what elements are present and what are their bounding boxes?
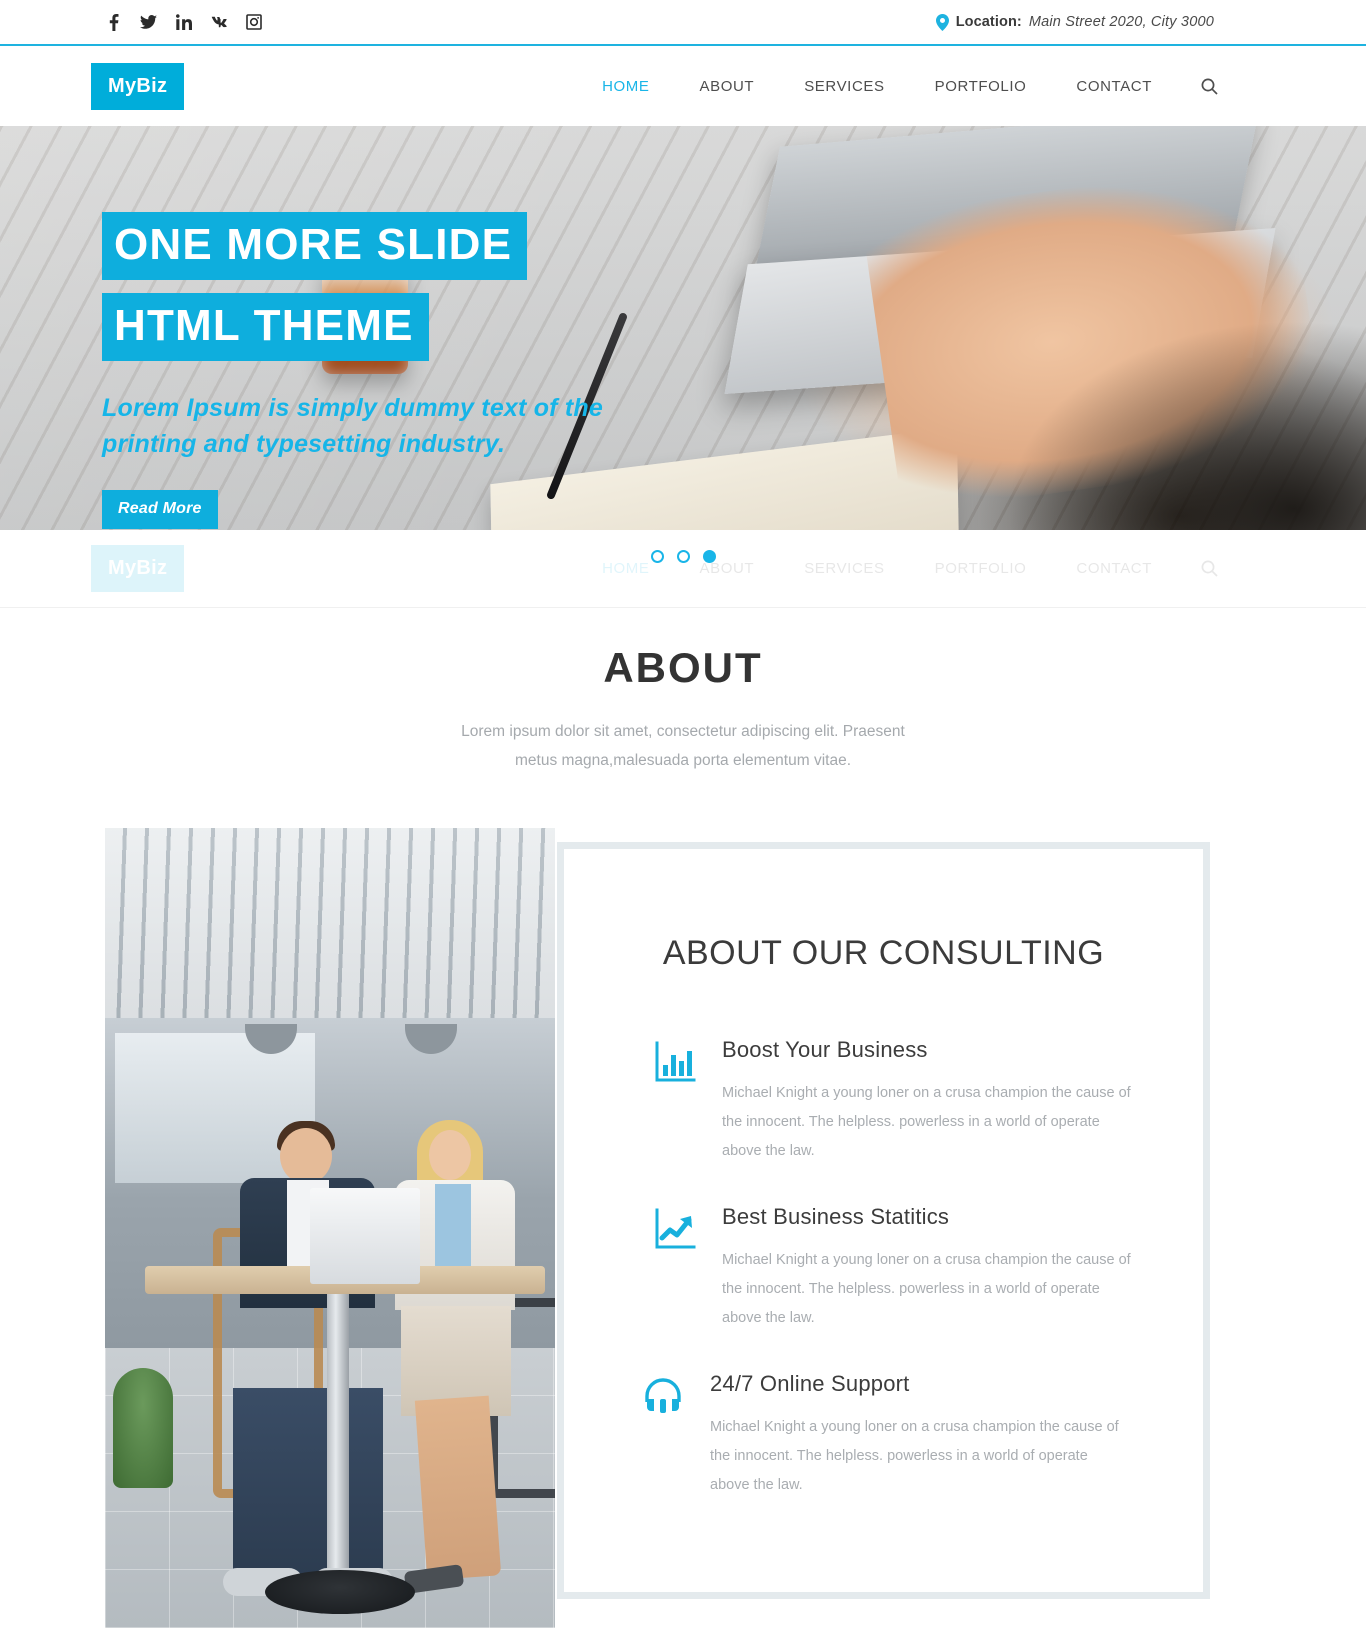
feature-text: Michael Knight a young loner on a crusa … [722,1085,1131,1160]
vignette [1006,320,1366,530]
location-label: Location: [955,14,1022,30]
feature-title: 24/7 Online Support [710,1371,910,1397]
feature-title: Best Business Statitics [722,1204,950,1230]
feature-body: 24/7 Online Support Michael Knight a you… [710,1371,1159,1500]
feature-item: Best Business Statitics Michael Knight a… [654,1204,1159,1333]
main-navigation: HOME ABOUT SERVICES PORTFOLIO CONTACT [577,78,1218,95]
twitter-icon[interactable] [140,14,157,31]
instagram-icon[interactable] [245,14,262,31]
hero-slider: ONE MORE SLIDE HTML THEME Lorem Ipsum is… [0,126,1366,530]
hero-title-line1: ONE MORE SLIDE [102,212,528,280]
nav-item-contact[interactable]: CONTACT [1051,78,1177,95]
about-card-heading: ABOUT OUR CONSULTING [662,934,1105,973]
about-subtitle: Lorem ipsum dolor sit amet, consectetur … [461,723,905,769]
feature-item: 24/7 Online Support Michael Knight a you… [642,1371,1159,1500]
photo-table-stem [327,1294,349,1585]
nav-item-about[interactable]: ABOUT [675,78,780,95]
slider-dot-3[interactable] [702,550,716,563]
site-logo[interactable]: MyBiz [91,62,185,110]
headphones-icon [642,1375,684,1417]
photo-man-legs [233,1388,383,1579]
photo-ceiling [105,828,555,1029]
slider-pagination [0,550,1366,563]
bar-chart-icon [654,1041,696,1083]
feature-title: Boost Your Business [722,1037,928,1063]
search-icon[interactable] [1177,78,1218,95]
photo-man-head [280,1128,332,1185]
map-pin-icon [935,13,949,31]
trending-up-chart-icon [654,1208,696,1250]
about-team-photo [105,828,555,1628]
hero-title-line2: HTML THEME [102,293,429,361]
facebook-icon[interactable] [105,13,122,31]
feature-body: Boost Your Business Michael Knight a you… [722,1037,1159,1166]
about-heading: ABOUT [603,644,763,691]
feature-item: Boost Your Business Michael Knight a you… [654,1037,1159,1166]
about-section: ABOUT Lorem ipsum dolor sit amet, consec… [0,608,1366,1628]
hero-subtitle: Lorem Ipsum is simply dummy text of the … [102,394,603,458]
top-bar: Location: Main Street 2020, City 3000 [0,0,1366,46]
photo-woman-face [429,1130,471,1181]
photo-plant [113,1368,173,1489]
photo-woman-legs [414,1395,502,1581]
nav-item-home[interactable]: HOME [577,78,674,95]
location-info: Location: Main Street 2020, City 3000 [935,13,1214,31]
slider-dot-2[interactable] [676,550,690,563]
nav-item-portfolio[interactable]: PORTFOLIO [910,78,1052,95]
feature-list: Boost Your Business Michael Knight a you… [564,1037,1203,1500]
slider-dot-1[interactable] [650,550,664,563]
feature-text: Michael Knight a young loner on a crusa … [722,1252,1131,1327]
nav-item-services[interactable]: SERVICES [779,78,909,95]
about-content-grid: ABOUT OUR CONSULTING Boost Your Business… [0,828,1366,1628]
photo-laptop [310,1188,420,1285]
ghosted-sticky-header: MyBiz HOME ABOUT SERVICES PORTFOLIO CONT… [0,530,1366,607]
feature-text: Michael Knight a young loner on a crusa … [710,1419,1119,1494]
linkedin-icon[interactable] [175,14,192,31]
read-more-button[interactable]: Read More [102,490,218,529]
site-header: MyBiz HOME ABOUT SERVICES PORTFOLIO CONT… [0,46,1366,126]
feature-body: Best Business Statitics Michael Knight a… [722,1204,1159,1333]
social-links [105,13,262,31]
hero-content: ONE MORE SLIDE HTML THEME Lorem Ipsum is… [102,212,822,529]
vk-icon[interactable] [210,14,227,31]
about-consulting-card: ABOUT OUR CONSULTING Boost Your Business… [557,842,1210,1600]
slider-controls-zone: MyBiz HOME ABOUT SERVICES PORTFOLIO CONT… [0,530,1366,608]
location-value: Main Street 2020, City 3000 [1028,14,1214,30]
